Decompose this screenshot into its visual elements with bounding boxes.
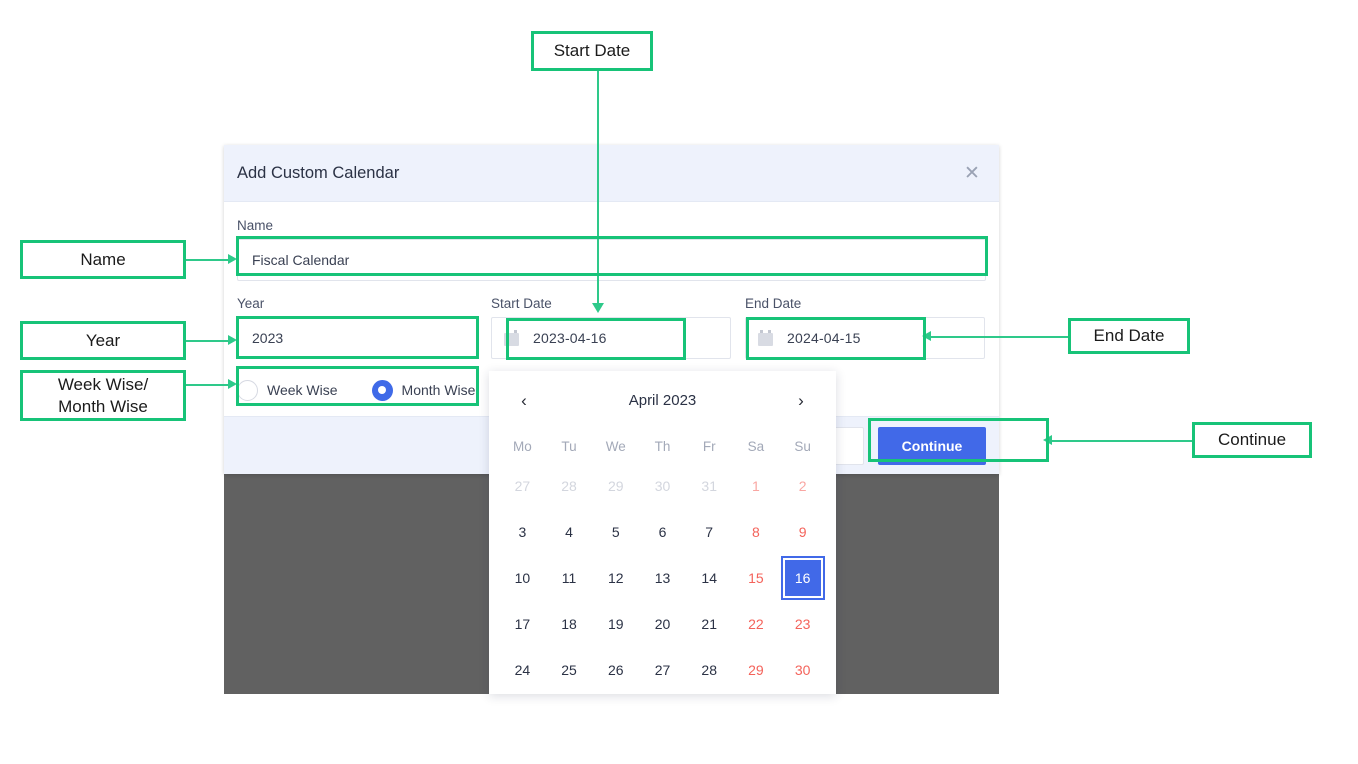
- callout-end-date: End Date: [1068, 318, 1190, 354]
- close-icon[interactable]: ✕: [959, 160, 985, 186]
- start-date-field-group: Start Date 2023-04-16: [491, 296, 731, 359]
- callout-week-month: Week Wise/ Month Wise: [20, 370, 186, 421]
- year-label: Year: [237, 296, 265, 311]
- calendar-day[interactable]: 31: [686, 463, 733, 509]
- end-date-input[interactable]: 2024-04-15: [745, 317, 985, 359]
- calendar-month-label: April 2023: [628, 391, 697, 409]
- date-fields-row: Year Start Date 2023-04-16 End Date: [237, 296, 986, 359]
- calendar-day[interactable]: 18: [546, 601, 593, 647]
- calendar-day[interactable]: 4: [546, 509, 593, 555]
- callout-arrow-year: [228, 335, 237, 345]
- calendar-weekday-th: Th: [654, 438, 671, 454]
- radio-week-wise-circle: [237, 379, 258, 401]
- callout-name: Name: [20, 240, 186, 279]
- callout-arrow-name: [228, 254, 237, 264]
- radio-month-wise[interactable]: Month Wise: [371, 379, 476, 401]
- calendar-day[interactable]: 14: [686, 555, 733, 601]
- calendar-header: ‹ April 2023 ›: [499, 371, 826, 429]
- year-input[interactable]: [237, 317, 477, 359]
- end-date-label: End Date: [745, 296, 802, 311]
- calendar-day[interactable]: 28: [686, 647, 733, 693]
- calendar-day[interactable]: 26: [592, 647, 639, 693]
- calendar-grid: Mo Tu We Th Fr Sa Su 27 28 29 30 31 1 2 3 4 5 6 7 8 9 10 11 12 1…: [499, 429, 826, 693]
- chevron-left-icon[interactable]: ‹: [511, 387, 537, 413]
- radio-month-wise-circle: [371, 379, 393, 401]
- callout-continue: Continue: [1192, 422, 1312, 458]
- calendar-day-selected[interactable]: 16: [779, 555, 826, 601]
- calendar-day[interactable]: 27: [499, 463, 546, 509]
- calendar-day[interactable]: 7: [686, 509, 733, 555]
- calendar-day[interactable]: 22: [733, 601, 780, 647]
- calendar-weekday-fr: Fr: [702, 438, 716, 454]
- calendar-day[interactable]: 11: [546, 555, 593, 601]
- start-date-value: 2023-04-16: [533, 330, 607, 346]
- date-picker-popup: ‹ April 2023 › Mo Tu We Th Fr Sa Su 27 28 29 30 31 1…: [489, 371, 836, 694]
- calendar-day[interactable]: 13: [639, 555, 686, 601]
- radio-week-wise-label: Week Wise: [267, 382, 338, 398]
- callout-arrow-continue: [1043, 435, 1052, 445]
- year-field-group: Year: [237, 296, 477, 359]
- calendar-day[interactable]: 29: [733, 647, 780, 693]
- calendar-weekday-sa: Sa: [747, 438, 765, 454]
- dialog-header: Add Custom Calendar ✕: [224, 145, 999, 202]
- calendar-day[interactable]: 2: [779, 463, 826, 509]
- callout-line-week-month: [186, 384, 231, 386]
- callout-arrow-week-month: [228, 379, 237, 389]
- chevron-right-icon[interactable]: ›: [788, 387, 814, 413]
- calendar-day[interactable]: 24: [499, 647, 546, 693]
- calendar-day[interactable]: 27: [639, 647, 686, 693]
- callout-start-date: Start Date: [531, 31, 653, 71]
- calendar-day[interactable]: 3: [499, 509, 546, 555]
- calendar-day[interactable]: 25: [546, 647, 593, 693]
- name-label: Name: [237, 218, 274, 233]
- calendar-day[interactable]: 10: [499, 555, 546, 601]
- continue-button[interactable]: Continue: [878, 426, 986, 465]
- end-date-field-group: End Date 2024-04-15: [745, 296, 985, 359]
- callout-year: Year: [20, 321, 186, 360]
- calendar-day[interactable]: 19: [592, 601, 639, 647]
- start-date-input[interactable]: 2023-04-16: [491, 317, 731, 359]
- calendar-icon: [504, 330, 519, 346]
- radio-week-wise[interactable]: Week Wise: [237, 379, 338, 401]
- calendar-day[interactable]: 5: [592, 509, 639, 555]
- calendar-day[interactable]: 29: [592, 463, 639, 509]
- calendar-day[interactable]: 23: [779, 601, 826, 647]
- calendar-day[interactable]: 21: [686, 601, 733, 647]
- callout-line-start-date: [597, 71, 599, 304]
- calendar-weekday-su: Su: [794, 438, 811, 454]
- calendar-day[interactable]: 15: [733, 555, 780, 601]
- callout-line-end-date: [928, 336, 1070, 338]
- calendar-icon: [758, 330, 773, 346]
- radio-month-wise-label: Month Wise: [401, 382, 476, 398]
- calendar-weekday-mo: Mo: [512, 438, 532, 454]
- calendar-day[interactable]: 17: [499, 601, 546, 647]
- callout-arrow-end-date: [922, 331, 931, 341]
- callout-line-name: [186, 259, 231, 261]
- name-input[interactable]: [237, 239, 986, 281]
- calendar-day[interactable]: 30: [779, 647, 826, 693]
- calendar-day[interactable]: 30: [639, 463, 686, 509]
- calendar-day[interactable]: 20: [639, 601, 686, 647]
- callout-arrow-start-date: [592, 303, 604, 313]
- callout-line-year: [186, 340, 231, 342]
- calendar-day[interactable]: 6: [639, 509, 686, 555]
- callout-line-continue: [1050, 440, 1194, 442]
- calendar-weekday-tu: Tu: [561, 438, 577, 454]
- calendar-day[interactable]: 1: [733, 463, 780, 509]
- start-date-label: Start Date: [491, 296, 552, 311]
- calendar-day[interactable]: 12: [592, 555, 639, 601]
- end-date-value: 2024-04-15: [787, 330, 861, 346]
- calendar-day-selection-box: 16: [780, 556, 825, 600]
- calendar-day[interactable]: 9: [779, 509, 826, 555]
- calendar-day[interactable]: 8: [733, 509, 780, 555]
- calendar-weekday-we: We: [605, 438, 626, 454]
- calendar-day[interactable]: 28: [546, 463, 593, 509]
